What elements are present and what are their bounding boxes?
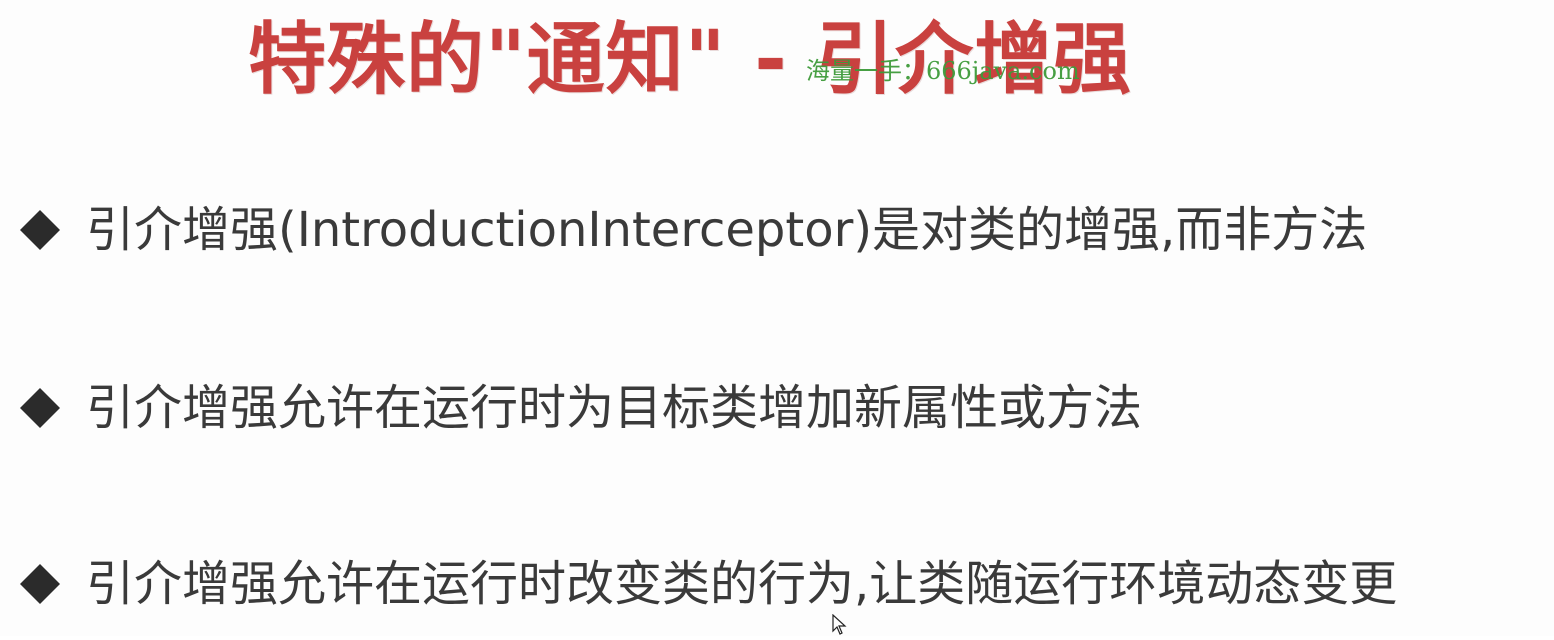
diamond-bullet-icon <box>18 208 62 252</box>
bullet-item-1: 引介增强(IntroductionInterceptor)是对类的增强,而非方法 <box>18 194 1367 266</box>
bullet-text: 引介增强允许在运行时改变类的行为,让类随运行环境动态变更 <box>86 556 1398 612</box>
watermark: 海量一手：666java.com <box>806 57 1080 85</box>
bullet-item-3: 引介增强允许在运行时改变类的行为,让类随运行环境动态变更 <box>18 548 1397 620</box>
mouse-cursor-icon <box>832 613 848 636</box>
bullet-text: 引介增强允许在运行时为目标类增加新属性或方法 <box>86 380 1143 436</box>
diamond-bullet-icon <box>18 562 62 606</box>
diamond-bullet-icon <box>18 386 62 430</box>
bullet-text: 引介增强(IntroductionInterceptor)是对类的增强,而非方法 <box>86 202 1368 258</box>
slide: 特殊的"通知" - 引介增强 海量一手：666java.com 引介增强(Int… <box>0 0 1554 636</box>
bullet-item-2: 引介增强允许在运行时为目标类增加新属性或方法 <box>18 372 1142 444</box>
